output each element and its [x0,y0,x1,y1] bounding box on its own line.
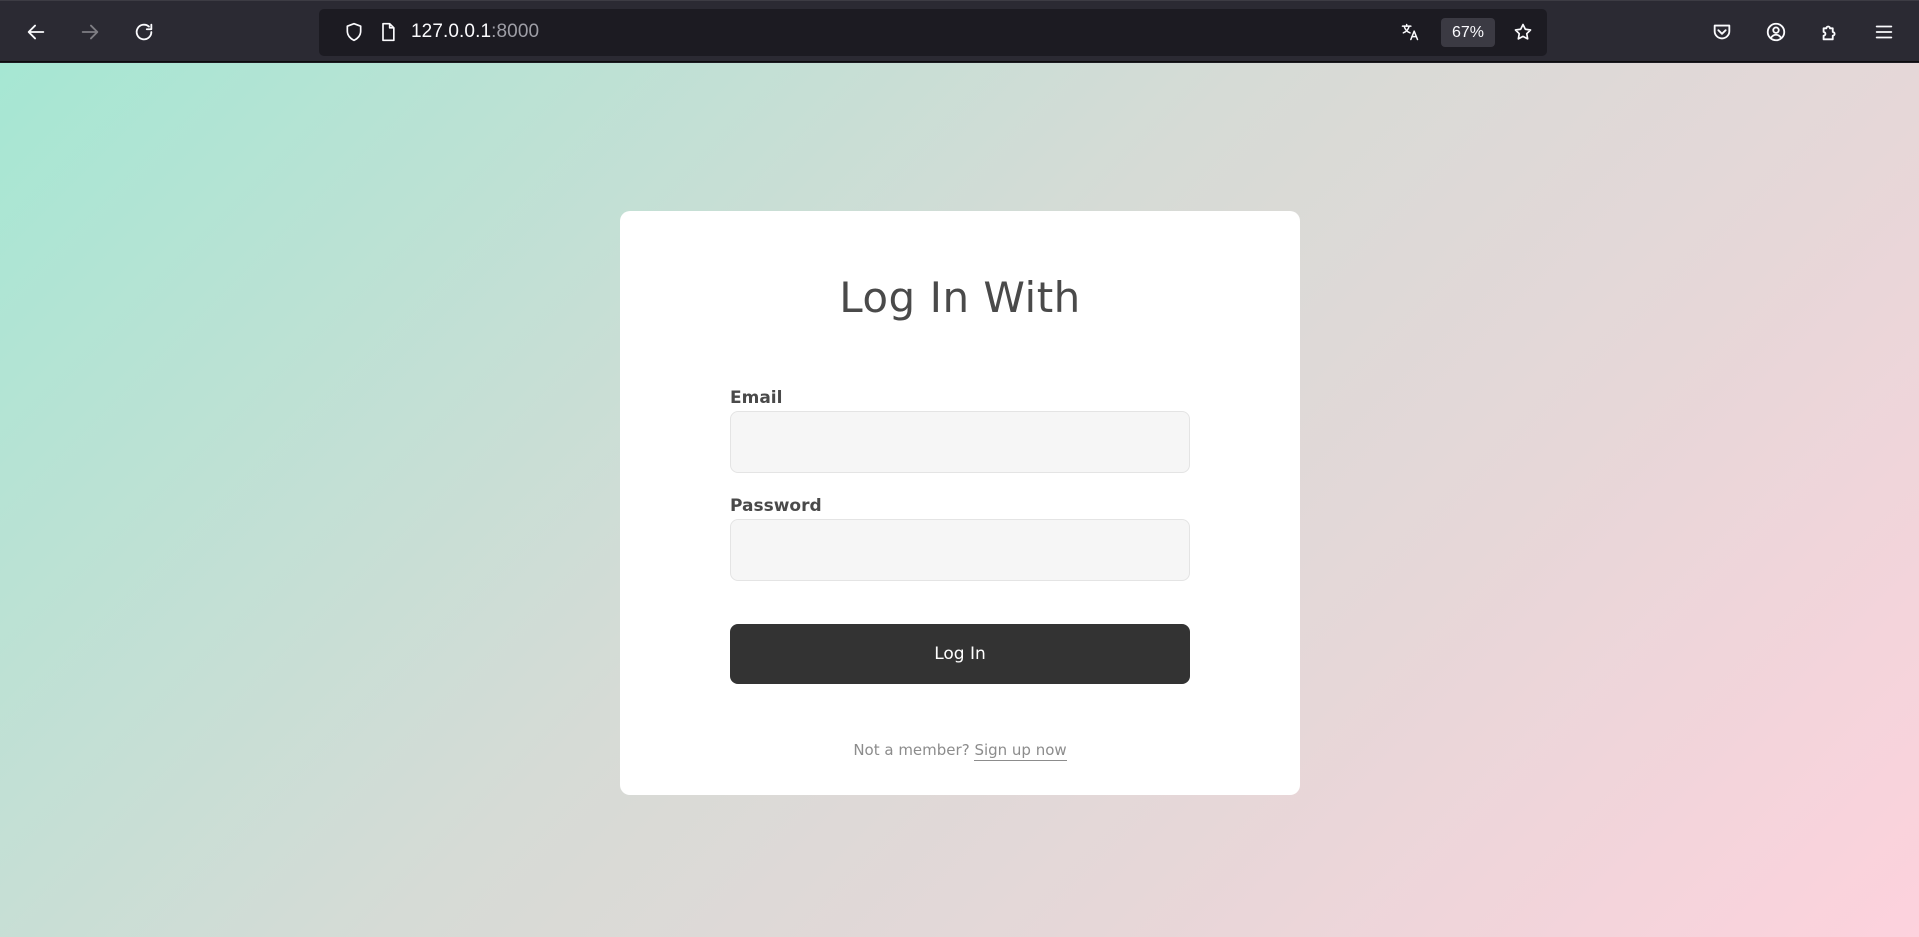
signup-link[interactable]: Sign up now [974,741,1067,761]
browser-toolbar: 127.0.0.1:8000 67% [0,0,1919,62]
login-card: Log In With Email Password Log In Not a … [620,211,1300,795]
menu-button[interactable] [1866,14,1902,50]
signup-prompt: Not a member? Sign up now [620,741,1300,761]
url-text[interactable]: 127.0.0.1:8000 [411,21,539,43]
extensions-button[interactable] [1812,14,1848,50]
hamburger-menu-icon [1875,25,1893,39]
account-button[interactable] [1758,14,1794,50]
star-icon[interactable] [1511,20,1535,44]
login-button[interactable]: Log In [730,624,1190,684]
pocket-icon [1713,24,1731,40]
url-port: :8000 [491,21,540,42]
email-label: Email [730,388,783,408]
translate-icon[interactable] [1398,20,1422,44]
arrow-right-icon [81,24,99,40]
shield-icon[interactable] [342,20,366,44]
page-icon[interactable] [376,20,400,44]
pocket-button[interactable] [1704,14,1740,50]
forward-button[interactable] [72,14,108,50]
back-button[interactable] [18,14,54,50]
password-label: Password [730,496,822,516]
reload-button[interactable] [126,14,162,50]
account-icon [1766,22,1786,42]
zoom-level-button[interactable]: 67% [1441,18,1495,47]
url-host: 127.0.0.1 [411,21,492,42]
password-field[interactable] [730,519,1190,581]
signup-prompt-text: Not a member? [853,741,970,759]
page-background: Log In With Email Password Log In Not a … [0,63,1919,937]
page-title: Log In With [839,273,1081,322]
reload-icon [135,23,153,41]
arrow-left-icon [27,24,45,40]
extensions-icon [1822,25,1836,41]
address-bar[interactable]: 127.0.0.1:8000 67% [319,9,1547,56]
email-field[interactable] [730,411,1190,473]
